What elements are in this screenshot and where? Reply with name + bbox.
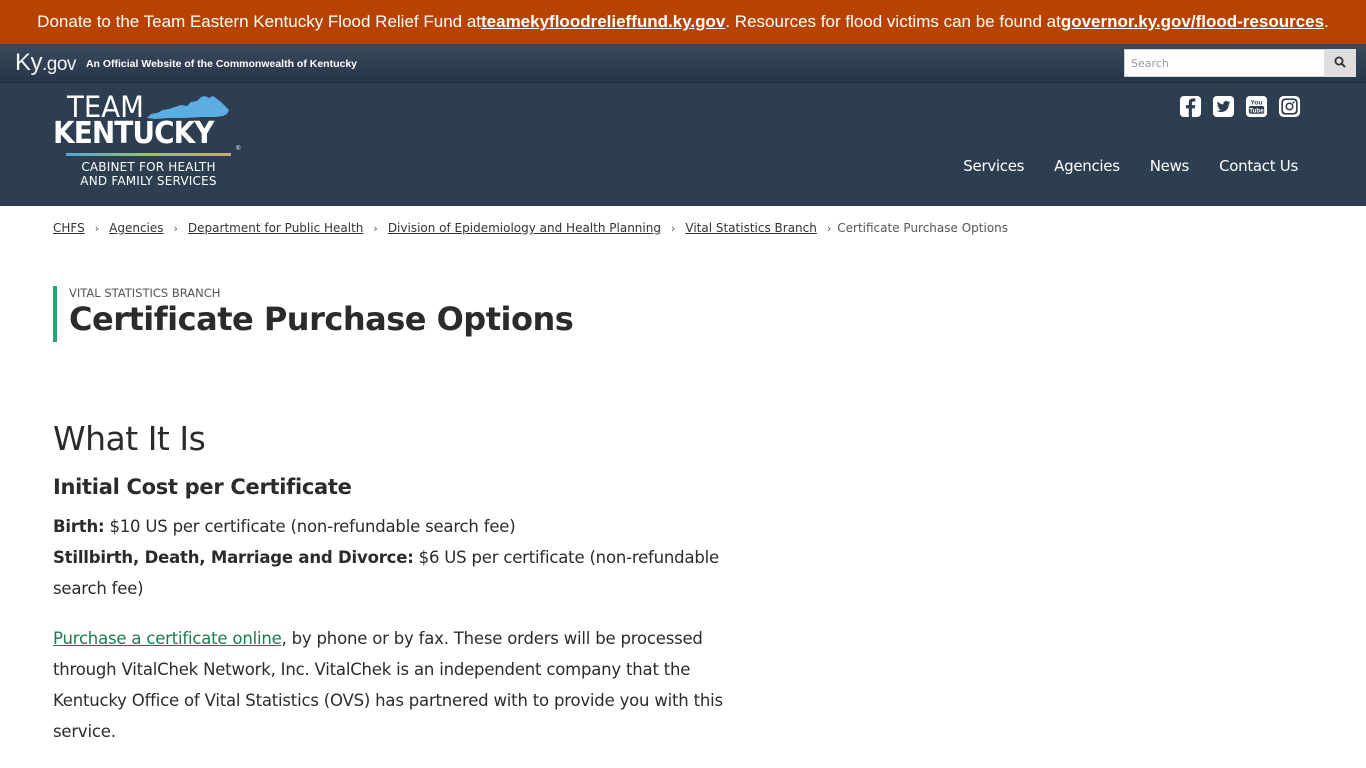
birth-label: Birth: [53, 517, 105, 536]
purchase-paragraph: Purchase a certificate online, by phone … [53, 623, 743, 747]
breadcrumb-separator: › [94, 221, 100, 235]
facebook-icon[interactable] [1178, 94, 1202, 118]
cost-list: Birth: $10 US per certificate (non-refun… [53, 511, 743, 604]
birth-cost: $10 US per certificate (non-refundable s… [104, 517, 516, 536]
kygov-bar: Ky.gov An Official Website of the Common… [0, 44, 1366, 83]
kygov-logo[interactable]: Ky.gov [15, 51, 76, 75]
main-content: What It Is Initial Cost per Certificate … [53, 419, 743, 747]
kygov-logo-gov: .gov [42, 54, 76, 75]
search-icon [1334, 56, 1346, 71]
kygov-search-form [1124, 49, 1356, 77]
section-heading-what-it-is: What It Is [53, 419, 206, 458]
breadcrumb-epidemiology[interactable]: Division of Epidemiology and Health Plan… [388, 221, 661, 235]
youtube-icon[interactable]: You Tube [1244, 94, 1268, 118]
logo-kentucky-text: KENTUCKY [53, 116, 215, 151]
subheading-initial-cost: Initial Cost per Certificate [53, 475, 352, 499]
kygov-tagline: An Official Website of the Commonwealth … [85, 58, 358, 70]
alert-text-before: Donate to the Team Eastern Kentucky Floo… [37, 12, 481, 31]
kygov-logo-ky: Ky [15, 49, 43, 76]
purchase-certificate-online-link[interactable]: Purchase a certificate online [53, 629, 282, 648]
site-header: TEAM KENTUCKY ® CABINET FOR HEALTH AND F… [0, 83, 1366, 206]
social-links: You Tube [1178, 94, 1301, 118]
alert-text-middle: . Resources for flood victims can be fou… [725, 12, 1061, 31]
svg-text:Tube: Tube [1249, 107, 1264, 114]
nav-agencies[interactable]: Agencies [1054, 157, 1120, 175]
svg-text:You: You [1250, 99, 1262, 106]
instagram-icon[interactable] [1277, 94, 1301, 118]
breadcrumb-public-health[interactable]: Department for Public Health [188, 221, 363, 235]
logo-cabinet-text: CABINET FOR HEALTH AND FAMILY SERVICES [61, 160, 236, 188]
search-button[interactable] [1324, 49, 1356, 77]
nav-services[interactable]: Services [963, 157, 1024, 175]
flood-relief-alert-banner: Donate to the Team Eastern Kentucky Floo… [0, 0, 1366, 44]
flood-resources-link[interactable]: governor.ky.gov/flood-resources [1061, 12, 1324, 32]
logo-cabinet-line2: AND FAMILY SERVICES [80, 174, 217, 188]
breadcrumb-agencies[interactable]: Agencies [109, 221, 163, 235]
breadcrumb-separator: › [670, 221, 676, 235]
page-eyebrow: VITAL STATISTICS BRANCH [69, 286, 221, 300]
breadcrumb-vital-statistics[interactable]: Vital Statistics Branch [685, 221, 816, 235]
breadcrumb-chfs[interactable]: CHFS [53, 221, 85, 235]
search-input[interactable] [1124, 49, 1324, 77]
twitter-icon[interactable] [1211, 94, 1235, 118]
nav-contact-us[interactable]: Contact Us [1219, 157, 1298, 175]
logo-cabinet-line1: CABINET FOR HEALTH [81, 160, 216, 174]
breadcrumb-current: Certificate Purchase Options [837, 221, 1009, 235]
flood-relief-fund-link[interactable]: teamekyfloodrelieffund.ky.gov [481, 12, 725, 32]
team-kentucky-chfs-logo[interactable]: TEAM KENTUCKY ® CABINET FOR HEALTH AND F… [53, 93, 245, 193]
breadcrumb-separator: › [373, 221, 378, 235]
breadcrumb-separator: › [826, 221, 832, 235]
breadcrumb: CHFS › Agencies › Department for Public … [0, 206, 1366, 250]
main-nav: Services Agencies News Contact Us [963, 157, 1298, 175]
page-title-block: VITAL STATISTICS BRANCH Certificate Purc… [53, 286, 1366, 342]
logo-gradient-stripe [66, 153, 231, 156]
alert-text-after: . [1324, 12, 1329, 31]
other-certificates-label: Stillbirth, Death, Marriage and Divorce: [53, 548, 414, 567]
breadcrumb-separator: › [173, 221, 178, 235]
logo-registered-mark: ® [236, 146, 241, 152]
page-title: Certificate Purchase Options [69, 300, 574, 338]
nav-news[interactable]: News [1150, 157, 1190, 175]
